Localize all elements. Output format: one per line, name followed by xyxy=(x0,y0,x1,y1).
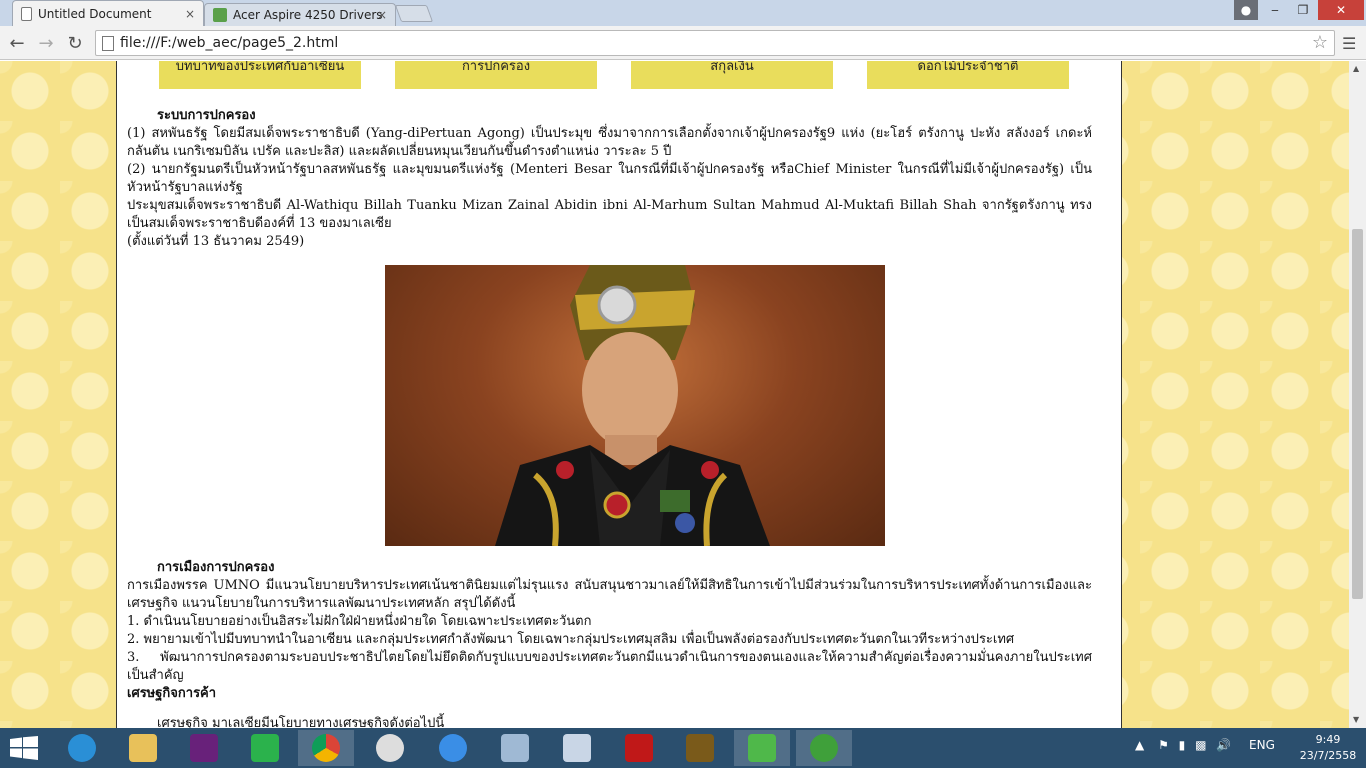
taskbar-clock[interactable]: 9:49 23/7/2558 xyxy=(1298,732,1358,764)
reload-icon[interactable]: ↻ xyxy=(64,32,86,54)
minimize-button[interactable]: ‒ xyxy=(1262,0,1288,20)
king-portrait-image xyxy=(385,265,885,546)
system-tray: ▲ ⚑ ▮ ▩ 🔊 ENG xyxy=(1135,738,1275,752)
menu-national-flower[interactable]: ดอกไม้ประจำชาติ xyxy=(867,61,1069,89)
menu-role-in-asean[interactable]: บทบาทของประเทศกับอาเซียน xyxy=(159,61,361,89)
network-icon[interactable]: ▩ xyxy=(1195,738,1206,752)
tab-acer-drivers[interactable]: Acer Aspire 4250 Drivers D × xyxy=(204,3,396,26)
menu-label: บทบาทของประเทศกับอาเซียน xyxy=(175,61,345,74)
close-tab-icon[interactable]: × xyxy=(377,8,387,22)
address-bar[interactable]: file:///F:/web_aec/page5_2.html ☆ xyxy=(95,30,1335,56)
page-viewport: บทบาทของประเทศกับอาเซียน การปกครอง สกุลเ… xyxy=(0,61,1349,728)
windows-start-icon[interactable] xyxy=(10,736,38,760)
volume-icon[interactable]: 🔊 xyxy=(1216,738,1231,752)
menu-label: ดอกไม้ประจำชาติ xyxy=(917,61,1019,74)
action-center-icon[interactable]: ⚑ xyxy=(1158,738,1169,752)
content-page: บทบาทของประเทศกับอาเซียน การปกครอง สกุลเ… xyxy=(116,61,1122,728)
maximize-button[interactable]: ❐ xyxy=(1290,0,1316,20)
browser-toolbar: ← → ↻ file:///F:/web_aec/page5_2.html ☆ … xyxy=(0,26,1366,60)
tab-untitled-document[interactable]: Untitled Document × xyxy=(12,0,204,26)
visual-studio-icon[interactable] xyxy=(176,730,232,766)
power-icon[interactable]: ▮ xyxy=(1179,738,1186,752)
new-tab-button[interactable] xyxy=(394,5,434,22)
close-tab-icon[interactable]: × xyxy=(185,7,195,21)
paragraph: (ตั้งแต่วันที่ 13 ธันวาคม 2549) xyxy=(127,234,305,249)
show-hidden-icons-icon[interactable]: ▲ xyxy=(1135,738,1144,752)
chrome-menu-icon[interactable]: ☰ xyxy=(1342,34,1356,53)
scroll-down-icon[interactable]: ▼ xyxy=(1353,715,1359,724)
task-manager-icon[interactable] xyxy=(487,730,543,766)
section-heading: การเมืองการปกครอง xyxy=(157,560,275,575)
scroll-up-icon[interactable]: ▲ xyxy=(1353,64,1359,73)
site-favicon-icon xyxy=(213,8,227,22)
clock-app-icon[interactable] xyxy=(362,730,418,766)
language-indicator[interactable]: ENG xyxy=(1249,738,1275,752)
close-window-button[interactable]: ✕ xyxy=(1318,0,1364,20)
paragraph: ประมุขสมเด็จพระราชาธิบดี Al-Wathiqu Bill… xyxy=(127,198,1092,231)
bookmark-star-icon[interactable]: ☆ xyxy=(1312,32,1328,53)
clock-date: 23/7/2558 xyxy=(1299,749,1357,762)
hon-game-icon[interactable] xyxy=(672,730,728,766)
section-heading: ระบบการปกครอง xyxy=(157,108,256,123)
url-text: file:///F:/web_aec/page5_2.html xyxy=(120,35,339,51)
menu-currency[interactable]: สกุลเงิน xyxy=(631,61,833,89)
red-app-icon[interactable] xyxy=(611,730,667,766)
list-item: 2. พยายามเข้าไปมีบทบาทนำในอาเซียน และกลุ… xyxy=(127,632,1015,647)
menu-label: สกุลเงิน xyxy=(710,61,754,74)
store-icon[interactable] xyxy=(237,730,293,766)
section-government-system: ระบบการปกครอง (1) สหพันธรัฐ โดยมีสมเด็จพ… xyxy=(127,107,1092,251)
network-app-icon[interactable] xyxy=(796,730,852,766)
paragraph: (2) นายกรัฐมนตรีเป็นหัวหน้ารัฐบาลสหพันธร… xyxy=(127,162,1092,195)
browser-swirl-icon[interactable] xyxy=(425,730,481,766)
chrome-icon[interactable] xyxy=(298,730,354,766)
document-icon xyxy=(21,6,32,21)
scroll-thumb[interactable] xyxy=(1352,229,1363,599)
tab-title: Acer Aspire 4250 Drivers D xyxy=(233,8,383,22)
page-icon xyxy=(102,36,114,51)
menu-label: การปกครอง xyxy=(461,61,531,74)
back-arrow-icon[interactable]: ← xyxy=(6,32,28,54)
vertical-scrollbar[interactable]: ▲ ▼ xyxy=(1349,61,1366,728)
forward-arrow-icon[interactable]: → xyxy=(35,32,57,54)
internet-explorer-icon[interactable] xyxy=(54,730,110,766)
paragraph: (1) สหพันธรัฐ โดยมีสมเด็จพระราชาธิบดี (Y… xyxy=(127,126,1092,159)
menu-government[interactable]: การปกครอง xyxy=(395,61,597,89)
drive-app-icon[interactable] xyxy=(734,730,790,766)
tab-title: Untitled Document xyxy=(38,6,152,21)
section-heading: เศรษฐกิจการค้า xyxy=(127,686,217,701)
paragraph: เศรษฐกิจ มาเลเซียมีนโยบายทางเศรษฐกิจดังต… xyxy=(157,716,445,728)
clock-time: 9:49 xyxy=(1315,733,1341,746)
browser-titlebar: Untitled Document × Acer Aspire 4250 Dri… xyxy=(0,0,1366,26)
paint-icon[interactable] xyxy=(549,730,605,766)
user-profile-icon[interactable]: ● xyxy=(1234,0,1258,20)
paragraph: การเมืองพรรค UMNO มีแนวนโยบายบริหารประเท… xyxy=(127,578,1092,611)
section-politics: การเมืองการปกครอง การเมืองพรรค UMNO มีแน… xyxy=(127,559,1092,728)
windows-taskbar: ▲ ⚑ ▮ ▩ 🔊 ENG 9:49 23/7/2558 xyxy=(0,728,1366,768)
list-item: 3. พัฒนาการปกครองตามระบอบประชาธิปไตยโดยไ… xyxy=(127,650,1092,683)
file-explorer-icon[interactable] xyxy=(115,730,171,766)
list-item: 1. ดำเนินนโยบายอย่างเป็นอิสระไม่ฝักใฝ่ฝ่… xyxy=(127,614,592,629)
